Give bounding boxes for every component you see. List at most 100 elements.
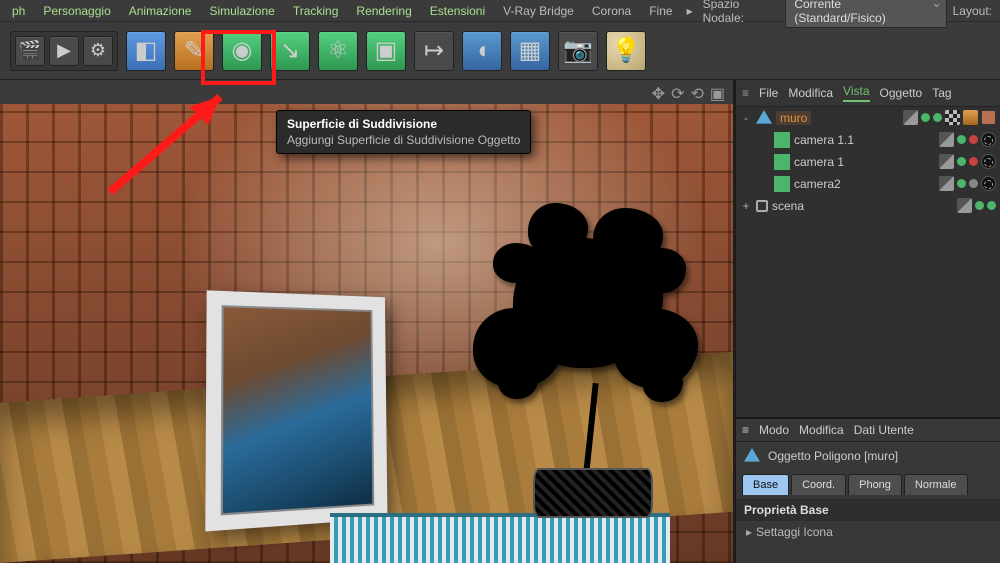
vp-move-icon[interactable]: ✥: [652, 84, 665, 104]
objtab-tag[interactable]: Tag: [932, 86, 951, 100]
attr-subtabs: Base Coord. Phong Normale: [742, 474, 994, 495]
attrsub-normale[interactable]: Normale: [904, 474, 968, 495]
twist-icon[interactable]: +: [740, 199, 752, 213]
objtab-modifica[interactable]: Modifica: [788, 86, 833, 100]
tag-black-icon[interactable]: [981, 176, 996, 191]
obj-row-scena[interactable]: + scena: [736, 195, 1000, 217]
tooltip-title: Superficie di Suddivisione: [287, 117, 520, 131]
visibility-dot-icon[interactable]: [987, 201, 996, 210]
menu-tracking[interactable]: Tracking: [285, 1, 347, 21]
cam-icon: [774, 154, 790, 170]
attrtab-dati[interactable]: Dati Utente: [854, 423, 914, 437]
expand-triangle-icon[interactable]: ▸: [746, 525, 752, 539]
generator-extrude-button[interactable]: ↘: [270, 31, 310, 71]
menu-personaggio[interactable]: Personaggio: [35, 1, 118, 21]
tooltip-subdivision: Superficie di Suddivisione Aggiungi Supe…: [276, 110, 531, 154]
instance-boxes-button[interactable]: ▣: [366, 31, 406, 71]
tag-layer-icon[interactable]: [939, 154, 954, 169]
attrtab-modifica[interactable]: Modifica: [799, 423, 844, 437]
object-manager-header: ≡ File Modifica Vista Oggetto Tag: [736, 80, 1000, 107]
attr-header: ≡ Modo Modifica Dati Utente: [736, 419, 1000, 442]
attrsub-phong[interactable]: Phong: [848, 474, 902, 495]
tag-brick-icon[interactable]: [981, 110, 996, 125]
attr-object-title: Oggetto Poligono [muro]: [768, 449, 898, 463]
render-clapper-icon[interactable]: 🎬: [15, 36, 45, 66]
vp-max-icon[interactable]: ▣: [710, 84, 725, 104]
menu-corona[interactable]: Corona: [584, 1, 639, 21]
visibility-dot-icon[interactable]: [969, 179, 978, 188]
obj-label: camera 1: [794, 155, 844, 169]
visibility-dot-icon[interactable]: [921, 113, 930, 122]
obj-label: muro: [776, 111, 811, 125]
objtab-vista[interactable]: Vista: [843, 84, 869, 102]
arrow-out-icon[interactable]: ↦: [414, 31, 454, 71]
objtab-oggetto[interactable]: Oggetto: [880, 86, 923, 100]
menu-ph[interactable]: ph: [4, 1, 33, 21]
right-panel: ≡ File Modifica Vista Oggetto Tag - muro c…: [735, 80, 1000, 563]
camera-icon[interactable]: 📷: [558, 31, 598, 71]
plant-pot: [533, 468, 653, 518]
light-icon[interactable]: 💡: [606, 31, 646, 71]
obj-label: camera 1.1: [794, 133, 854, 147]
visibility-dot-icon[interactable]: [969, 157, 978, 166]
tag-checker-icon[interactable]: [945, 110, 960, 125]
menu-vray[interactable]: V-Ray Bridge: [495, 1, 582, 21]
tag-layer-icon[interactable]: [957, 198, 972, 213]
obj-row-camera-1[interactable]: camera 1: [736, 151, 1000, 173]
toolgroup-render: 🎬 ▶ ⚙: [10, 31, 118, 71]
tag-layer-icon[interactable]: [939, 132, 954, 147]
attrtab-modo[interactable]: Modo: [759, 423, 789, 437]
twist-icon[interactable]: -: [740, 111, 752, 125]
obj-row-muro[interactable]: - muro: [736, 107, 1000, 129]
object-list[interactable]: - muro camera 1.1 camera 1 camera2 + scena: [736, 107, 1000, 417]
obj-tags: [903, 110, 996, 125]
menu-fine[interactable]: Fine: [641, 1, 680, 21]
tag-orange-icon[interactable]: [963, 110, 978, 125]
annotation-highlight-box: [201, 30, 276, 85]
tooltip-subtitle: Aggiungi Superficie di Suddivisione Ogge…: [287, 133, 520, 147]
tag-black-icon[interactable]: [981, 154, 996, 169]
menu-simulazione[interactable]: Simulazione: [201, 1, 282, 21]
visibility-dot-icon[interactable]: [975, 201, 984, 210]
tag-layer-icon[interactable]: [903, 110, 918, 125]
deformer-bend-icon[interactable]: ◖: [462, 31, 502, 71]
spazio-label: Spazio Nodale:: [699, 0, 784, 25]
spazio-dropdown[interactable]: Corrente (Standard/Fisico): [785, 0, 946, 28]
obj-row-camera2[interactable]: camera2: [736, 173, 1000, 195]
menu-animazione[interactable]: Animazione: [121, 1, 200, 21]
floor-grid-icon[interactable]: ▦: [510, 31, 550, 71]
panel-menu-icon[interactable]: ≡: [742, 86, 749, 100]
annotation-arrow-icon: [90, 82, 250, 202]
atom-array-button[interactable]: ⚛: [318, 31, 358, 71]
visibility-dot-icon[interactable]: [969, 135, 978, 144]
tag-black-icon[interactable]: [981, 132, 996, 147]
tablecloth: [330, 513, 670, 563]
vp-zoom-icon[interactable]: ⟲: [690, 84, 703, 104]
row-icon-settings-label: Settaggi Icona: [756, 525, 833, 539]
objtab-file[interactable]: File: [759, 86, 778, 100]
attr-menu-icon[interactable]: ≡: [742, 423, 749, 437]
layout-label: Layout:: [949, 4, 996, 18]
attrsub-coord[interactable]: Coord.: [791, 474, 846, 495]
visibility-dot-icon[interactable]: [957, 157, 966, 166]
row-icon-settings[interactable]: ▸ Settaggi Icona: [736, 521, 1000, 543]
vp-rotate-icon[interactable]: ⟳: [671, 84, 684, 104]
visibility-dot-icon[interactable]: [957, 135, 966, 144]
render-settings-icon[interactable]: ⚙: [83, 36, 113, 66]
obj-row-camera-1.1[interactable]: camera 1.1: [736, 129, 1000, 151]
viewport-controls: ✥ ⟳ ⟲ ▣: [652, 84, 725, 104]
visibility-dot-icon[interactable]: [957, 179, 966, 188]
obj-tags: [939, 132, 996, 147]
visibility-dot-icon[interactable]: [933, 113, 942, 122]
render-play-icon[interactable]: ▶: [49, 36, 79, 66]
obj-label: camera2: [794, 177, 841, 191]
tag-layer-icon[interactable]: [939, 176, 954, 191]
obj-tags: [939, 176, 996, 191]
menu-estensioni[interactable]: Estensioni: [422, 1, 493, 21]
obj-label: scena: [772, 199, 804, 213]
primitive-cube-button[interactable]: ◧: [126, 31, 166, 71]
section-base-properties: Proprietà Base: [736, 499, 1000, 521]
menu-rendering[interactable]: Rendering: [348, 1, 419, 21]
attrsub-base[interactable]: Base: [742, 474, 789, 495]
spazio-arrow-icon: ▸: [683, 4, 697, 18]
